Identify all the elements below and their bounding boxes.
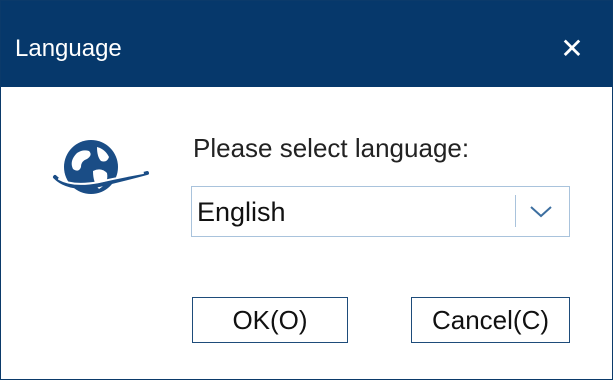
globe-icon [53,140,149,194]
language-dialog: Language ✕ Please select language: Engli… [0,0,613,380]
title-bar[interactable]: Language ✕ [1,1,612,87]
chevron-down-icon[interactable] [524,199,558,223]
language-prompt: Please select language: [193,133,470,163]
close-icon[interactable]: ✕ [558,34,586,64]
select-divider [515,195,516,227]
cancel-button[interactable]: Cancel(C) [411,297,570,343]
language-select[interactable]: English [191,186,570,237]
dialog-title: Language [15,35,122,62]
language-select-value: English [197,197,286,227]
ok-button[interactable]: OK(O) [192,297,348,343]
